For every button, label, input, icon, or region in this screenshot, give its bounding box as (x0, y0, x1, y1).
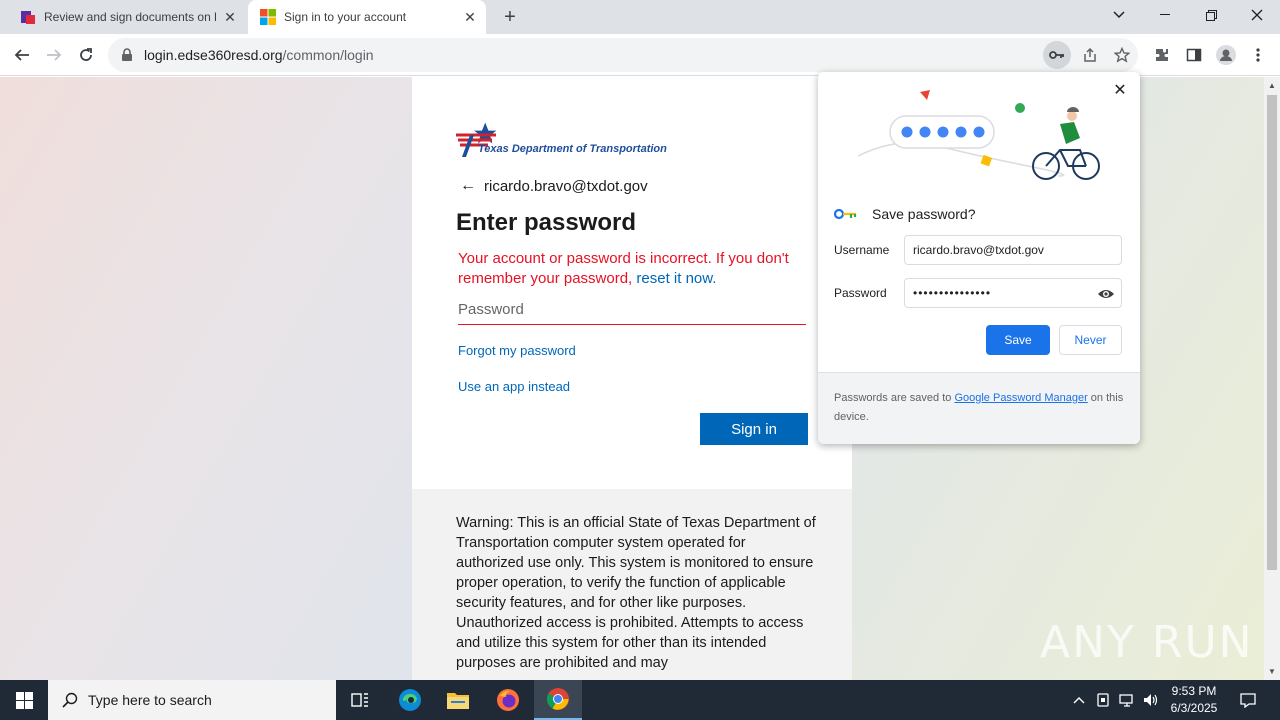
docusign-favicon-icon (21, 11, 35, 24)
scroll-down-arrow-icon[interactable]: ▼ (1268, 667, 1276, 676)
key-icon (834, 208, 857, 220)
save-button[interactable]: Save (986, 325, 1050, 355)
tab-search-icon[interactable] (1096, 0, 1142, 30)
network-icon[interactable] (1116, 680, 1138, 720)
scroll-up-arrow-icon[interactable]: ▲ (1268, 81, 1276, 90)
popup-footer: Passwords are saved to Google Password M… (818, 372, 1140, 444)
back-arrow-icon[interactable] (8, 41, 36, 69)
tray-chevron-icon[interactable] (1068, 680, 1090, 720)
username-field[interactable]: ricardo.bravo@txdot.gov (904, 235, 1122, 265)
start-button[interactable] (0, 680, 48, 720)
reload-icon[interactable] (72, 41, 100, 69)
back-arrow-icon[interactable]: ← (460, 177, 476, 195)
chrome-icon[interactable] (534, 680, 582, 720)
warning-panel: Warning: This is an official State of Te… (412, 489, 852, 680)
search-icon (62, 692, 78, 708)
error-message: Your account or password is incorrect. I… (458, 250, 789, 287)
close-icon[interactable]: ✕ (1110, 80, 1130, 100)
tab-close-icon[interactable]: ✕ (462, 9, 478, 25)
account-email: ricardo.bravo@txdot.gov (484, 177, 648, 195)
task-view-icon[interactable] (336, 680, 384, 720)
password-manager-link[interactable]: Google Password Manager (954, 392, 1087, 404)
tab-docusign[interactable]: Review and sign documents on l ✕ (8, 0, 246, 34)
menu-kebab-icon[interactable] (1244, 41, 1272, 69)
show-password-eye-icon[interactable] (1097, 285, 1115, 303)
file-explorer-icon[interactable] (434, 680, 482, 720)
taskbar-search-box[interactable]: Type here to search (48, 680, 336, 720)
bookmark-star-icon[interactable] (1108, 41, 1136, 69)
tab-close-icon[interactable]: ✕ (222, 9, 238, 25)
notifications-icon[interactable] (1234, 680, 1262, 720)
close-window-button[interactable] (1234, 0, 1280, 30)
password-key-icon[interactable] (1043, 41, 1071, 69)
password-illustration (858, 90, 1100, 180)
popup-title: Save password? (834, 206, 976, 222)
url-text[interactable]: login.edse360resd.org/common/login (144, 47, 374, 63)
save-password-bubble: ✕ Save password? Username ricardo.bravo@… (818, 72, 1140, 444)
extensions-icon[interactable] (1148, 41, 1176, 69)
lock-icon[interactable] (120, 48, 134, 62)
minimize-button[interactable] (1142, 0, 1188, 30)
microsoft-favicon-icon (260, 9, 276, 25)
windows-logo-icon (15, 691, 33, 709)
password-field[interactable]: ••••••••••••••• (904, 278, 1122, 308)
reset-password-link[interactable]: reset it now. (636, 270, 716, 287)
never-button[interactable]: Never (1059, 325, 1122, 355)
edge-icon[interactable] (386, 680, 434, 720)
clock-time: 9:53 PM (1171, 684, 1217, 698)
volume-icon[interactable] (1140, 680, 1162, 720)
warning-text: Warning: This is an official State of Te… (456, 515, 816, 671)
anyrun-watermark: ANY RUN (1040, 617, 1254, 668)
windows-taskbar: Type here to search 9:53 PM 6/3/2025 (0, 680, 1280, 720)
tab-strip: Review and sign documents on l ✕ Sign in… (0, 0, 1280, 34)
side-panel-icon[interactable] (1180, 41, 1208, 69)
sign-in-card: Texas Department of Transportation ← ric… (412, 77, 852, 489)
password-label: Password (834, 286, 887, 300)
use-app-link[interactable]: Use an app instead (458, 379, 570, 394)
txdot-logo: Texas Department of Transportation (456, 121, 668, 162)
password-input[interactable] (458, 295, 806, 325)
tab-sign-in[interactable]: Sign in to your account ✕ (248, 0, 486, 34)
restore-button[interactable] (1188, 0, 1234, 30)
device-icon[interactable] (1092, 680, 1114, 720)
tab-title: Sign in to your account (284, 10, 407, 24)
forward-arrow-icon[interactable] (40, 41, 68, 69)
svg-text:Texas Department of Transporta: Texas Department of Transportation (478, 143, 667, 155)
account-identity[interactable]: ← ricardo.bravo@txdot.gov (460, 177, 648, 195)
share-icon[interactable] (1076, 41, 1104, 69)
vertical-scrollbar[interactable]: ▲ ▼ (1264, 77, 1280, 680)
profile-avatar-icon[interactable] (1212, 41, 1240, 69)
firefox-icon[interactable] (484, 680, 532, 720)
system-clock[interactable]: 9:53 PM 6/3/2025 (1166, 683, 1222, 717)
forgot-password-link[interactable]: Forgot my password (458, 343, 576, 358)
address-bar[interactable]: login.edse360resd.org/common/login (108, 38, 1138, 72)
scrollbar-thumb[interactable] (1267, 95, 1277, 570)
username-label: Username (834, 243, 890, 257)
sign-in-button[interactable]: Sign in (700, 413, 808, 445)
tab-title: Review and sign documents on l (44, 10, 217, 24)
page-title: Enter password (456, 209, 637, 236)
browser-toolbar: login.edse360resd.org/common/login (0, 34, 1280, 76)
clock-date: 6/3/2025 (1170, 701, 1218, 715)
new-tab-button[interactable]: + (498, 5, 522, 29)
